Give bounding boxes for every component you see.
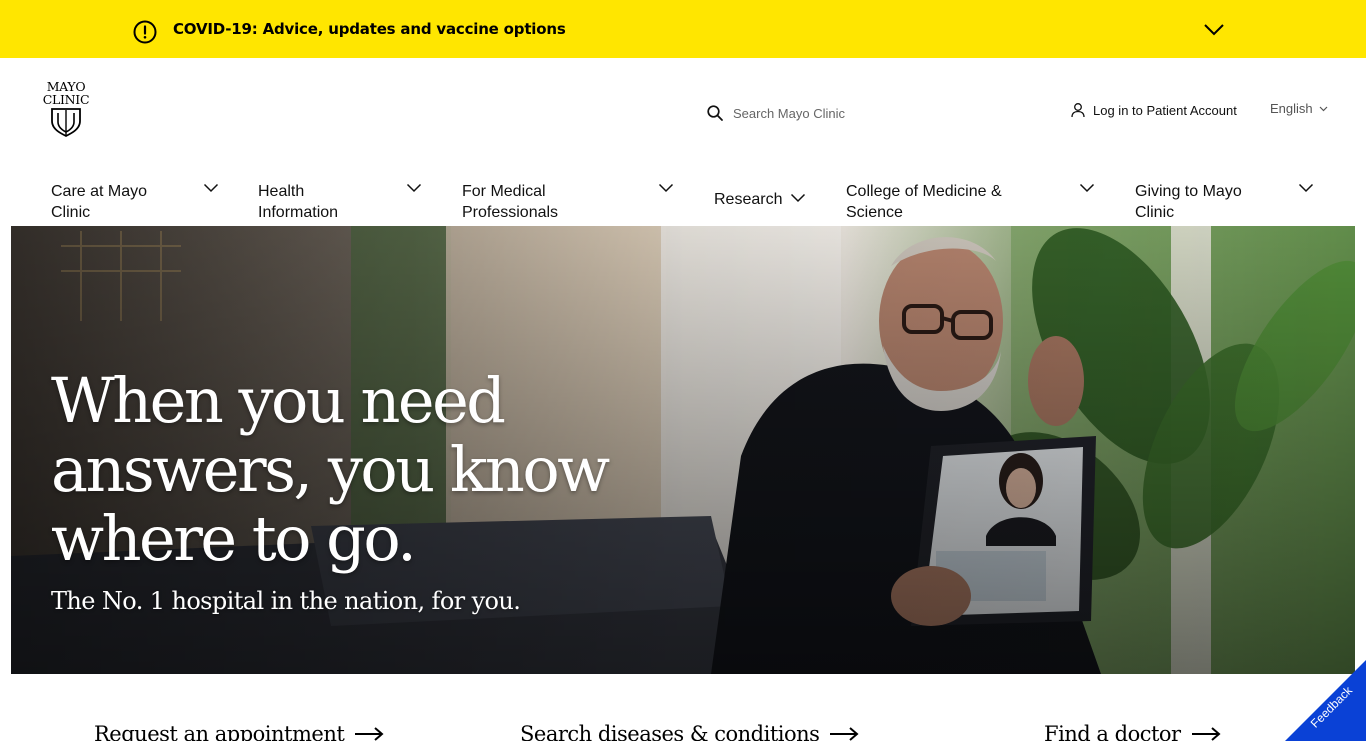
chevron-down-icon[interactable] <box>1202 22 1226 38</box>
hero-banner: When you need answers, you know where to… <box>11 226 1355 674</box>
search-diseases-conditions-link[interactable]: Search diseases & conditions <box>520 722 859 741</box>
hero-headline: When you need answers, you know where to… <box>51 366 611 573</box>
nav-label-line2: Professionals <box>462 204 559 221</box>
shields-logo-icon <box>51 108 81 137</box>
chevron-down-icon <box>1319 106 1328 111</box>
nav-label-line1: Care at Mayo <box>51 183 148 200</box>
search-input[interactable] <box>733 101 1003 125</box>
covid-banner[interactable]: COVID-19: Advice, updates and vaccine op… <box>0 0 1366 58</box>
arrow-right-icon <box>355 727 384 741</box>
nav-label-line2: Clinic <box>51 204 91 221</box>
covid-banner-text[interactable]: COVID-19: Advice, updates and vaccine op… <box>173 19 566 39</box>
search-icon[interactable] <box>706 104 724 122</box>
hero-headline-line2: answers, you know <box>51 433 610 506</box>
chevron-down-icon <box>1298 183 1314 193</box>
mayo-clinic-logo[interactable]: MAYO CLINIC <box>38 80 94 140</box>
nav-label-line2: Science <box>846 204 903 221</box>
chevron-down-icon <box>790 193 806 203</box>
quick-link-label[interactable]: Find a doctor <box>1044 722 1181 741</box>
request-appointment-link[interactable]: Request an appointment <box>94 722 384 741</box>
nav-item-care-at-mayo-clinic[interactable]: Care at Mayo Clinic <box>51 181 221 225</box>
user-icon <box>1071 103 1085 118</box>
feedback-tab-background <box>1285 660 1366 741</box>
chevron-down-icon <box>406 183 422 193</box>
chevron-down-icon <box>658 183 674 193</box>
nav-label-line2: Information <box>258 204 339 221</box>
login-link[interactable]: Log in to Patient Account <box>1070 100 1237 120</box>
chevron-down-icon <box>203 183 219 193</box>
hero-headline-line1: When you need <box>51 364 506 437</box>
arrow-right-icon <box>1191 727 1221 741</box>
nav-item-college-of-medicine-science[interactable]: College of Medicine & Science <box>846 181 1096 225</box>
nav-label-line1: Health <box>258 183 305 200</box>
hero-headline-line3: where to go. <box>51 502 417 575</box>
login-label[interactable]: Log in to Patient Account <box>1093 103 1237 118</box>
nav-label-line1: College of Medicine & <box>846 183 1002 200</box>
search-bar[interactable] <box>706 101 1006 125</box>
alert-circle-icon <box>133 20 157 44</box>
arrow-right-icon <box>830 727 859 741</box>
find-a-doctor-link[interactable]: Find a doctor <box>1044 722 1221 741</box>
nav-label-line1: For Medical <box>462 183 546 200</box>
language-selector[interactable]: English <box>1270 101 1328 116</box>
nav-label-line2: Clinic <box>1135 204 1175 221</box>
nav-item-research[interactable]: Research <box>714 189 808 213</box>
language-label[interactable]: English <box>1270 101 1313 116</box>
quick-link-label[interactable]: Request an appointment <box>94 722 345 741</box>
hero-subheadline: The No. 1 hospital in the nation, for yo… <box>51 587 521 615</box>
logo-text-line2: CLINIC <box>42 92 90 107</box>
nav-item-for-medical-professionals[interactable]: For Medical Professionals <box>462 181 676 225</box>
nav-label-line1: Giving to Mayo <box>1135 183 1242 200</box>
nav-item-health-information[interactable]: Health Information <box>258 181 424 225</box>
chevron-down-icon <box>1079 183 1095 193</box>
nav-label-line1: Research <box>714 191 783 208</box>
quick-link-label[interactable]: Search diseases & conditions <box>520 722 820 741</box>
nav-item-giving-to-mayo-clinic[interactable]: Giving to Mayo Clinic <box>1135 181 1317 225</box>
feedback-tab[interactable]: Feedback <box>1285 660 1366 741</box>
